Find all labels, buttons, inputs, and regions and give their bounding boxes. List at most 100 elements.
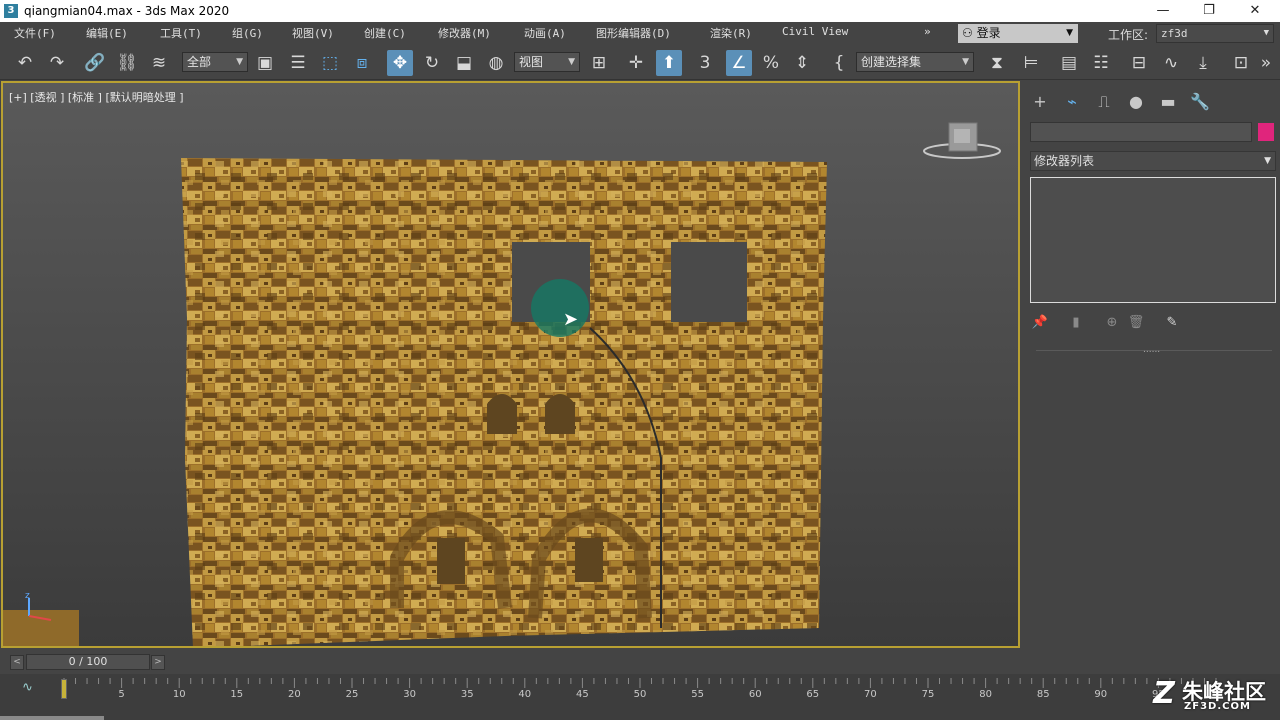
align-icon[interactable]: ⊨ xyxy=(1018,50,1044,76)
schematic-view-icon[interactable]: ⊟ xyxy=(1126,50,1152,76)
render-frame-icon[interactable]: ⊡ xyxy=(1228,50,1254,76)
layer-explorer-icon[interactable]: ▤ xyxy=(1056,50,1082,76)
menu-create[interactable]: 创建(C) xyxy=(364,25,406,41)
motion-tab-icon[interactable]: ● xyxy=(1124,90,1148,114)
select-by-name-icon[interactable]: ☰ xyxy=(285,50,311,76)
app-icon: 3 xyxy=(4,4,18,18)
redo-icon[interactable]: ↷ xyxy=(44,50,70,76)
axis-gizmo: z xyxy=(3,591,79,646)
previous-frame-button[interactable]: < xyxy=(10,655,24,670)
timeline-track[interactable]: 0510152025303540455055606570758085909510… xyxy=(60,676,1220,716)
small-arch-left xyxy=(487,394,517,434)
undo-icon[interactable]: ↶ xyxy=(12,50,38,76)
menu-view[interactable]: 视图(V) xyxy=(292,25,334,41)
timeline-tick-label: 10 xyxy=(173,689,186,700)
login-dropdown[interactable]: ⚇ 登录 ▼ xyxy=(958,24,1078,43)
menu-tools[interactable]: 工具(T) xyxy=(160,25,202,41)
main-toolbar: ↶ ↷ 🔗 ⛓ ≋ 全部 ▼ ▣ ☰ ⬚ ⧈ ✥ ↻ ⬓ ◍ 视图 ▼ ⊞ ✛ … xyxy=(0,44,1280,80)
time-slider-thumb[interactable] xyxy=(61,679,67,699)
close-button[interactable]: ✕ xyxy=(1232,0,1278,22)
chevron-down-icon: ▼ xyxy=(236,57,243,67)
perspective-viewport[interactable]: [+] [透视 ] [标准 ] [默认明暗处理 ] ➤ z xyxy=(1,81,1020,648)
display-tab-icon[interactable]: ▬ xyxy=(1156,90,1180,114)
menu-file[interactable]: 文件(F) xyxy=(14,25,56,41)
object-name-field[interactable] xyxy=(1030,122,1252,142)
chevron-down-icon: ▼ xyxy=(962,57,969,67)
pivot-center-icon[interactable]: ⊞ xyxy=(586,50,612,76)
edit-named-selection-icon[interactable]: { xyxy=(826,50,852,76)
restore-button[interactable]: ❐ xyxy=(1186,0,1232,22)
snaps-toggle-icon[interactable]: 3 xyxy=(692,50,718,76)
select-and-place-icon[interactable]: ◍ xyxy=(483,50,509,76)
arch-door-right xyxy=(575,538,603,582)
stone-wall-model[interactable] xyxy=(175,158,829,648)
configure-modifier-sets-icon[interactable]: ✎ xyxy=(1162,313,1182,333)
menu-edit[interactable]: 编辑(E) xyxy=(86,25,128,41)
render-setup-icon[interactable]: ⤓ xyxy=(1190,50,1216,76)
viewport-label[interactable]: [+] [透视 ] [标准 ] [默认明暗处理 ] xyxy=(9,89,184,105)
status-bar-edge xyxy=(0,716,104,720)
angle-snap-icon[interactable]: ∠ xyxy=(726,50,752,76)
reference-coordinate-value: 视图 xyxy=(519,55,544,69)
spinner-snap-icon[interactable]: ⇕ xyxy=(789,50,815,76)
panel-resize-grip[interactable]: ...... xyxy=(1143,345,1160,355)
named-selection-dropdown[interactable]: 创建选择集 ▼ xyxy=(856,52,974,72)
menu-modifiers[interactable]: 修改器(M) xyxy=(438,25,491,41)
menu-graph-editors[interactable]: 图形编辑器(D) xyxy=(596,25,671,41)
pin-stack-icon[interactable]: 📌 xyxy=(1030,313,1050,333)
viewcube-icon[interactable] xyxy=(921,119,1003,165)
selection-filter-value: 全部 xyxy=(187,55,212,69)
open-mini-curve-editor-icon[interactable]: ∿ xyxy=(22,680,33,695)
login-label: 登录 xyxy=(976,26,1001,40)
user-icon: ⚇ xyxy=(962,26,977,40)
bind-space-warp-icon[interactable]: ≋ xyxy=(146,50,172,76)
utilities-tab-icon[interactable]: 🔧 xyxy=(1188,90,1212,114)
select-and-scale-icon[interactable]: ⬓ xyxy=(451,50,477,76)
remove-modifier-icon[interactable]: 🗑 xyxy=(1126,313,1146,333)
object-color-swatch[interactable] xyxy=(1258,123,1274,141)
timeline-tick-label: 30 xyxy=(403,689,416,700)
window-crossing-icon[interactable]: ⧈ xyxy=(349,50,375,76)
reference-coordinate-dropdown[interactable]: 视图 ▼ xyxy=(514,52,580,72)
create-tab-icon[interactable]: + xyxy=(1028,90,1052,114)
next-frame-button[interactable]: > xyxy=(151,655,165,670)
make-unique-icon[interactable]: ⊕ xyxy=(1102,313,1122,333)
ribbon-toggle-icon[interactable]: ☷ xyxy=(1088,50,1114,76)
3ds-max-window: 3 qiangmian04.max - 3ds Max 2020 — ❐ ✕ 文… xyxy=(0,0,1280,720)
select-and-manipulate-icon[interactable]: ✛ xyxy=(623,50,649,76)
menu-rendering[interactable]: 渲染(R) xyxy=(710,25,752,41)
modify-tab-icon[interactable]: ⌁ xyxy=(1060,90,1084,114)
zf3d-watermark: Z 朱峰社区 ZF3D.COM xyxy=(1146,676,1276,716)
modifier-stack[interactable] xyxy=(1030,177,1276,303)
timeline-tick-label: 40 xyxy=(518,689,531,700)
unlink-icon[interactable]: ⛓ xyxy=(114,50,140,76)
curve-editor-icon[interactable]: ∿ xyxy=(1158,50,1184,76)
menu-overflow-icon[interactable]: » xyxy=(924,25,931,38)
select-and-rotate-icon[interactable]: ↻ xyxy=(419,50,445,76)
workspace-select[interactable]: zf3d ▼ xyxy=(1156,24,1274,43)
percent-snap-icon[interactable]: % xyxy=(758,50,784,76)
time-slider-frame[interactable]: 0 / 100 xyxy=(26,654,150,670)
select-object-icon[interactable]: ▣ xyxy=(252,50,278,76)
axis-z-label: z xyxy=(25,591,30,601)
chevron-down-icon: ▼ xyxy=(568,57,575,67)
show-end-result-icon[interactable]: ▮ xyxy=(1066,313,1086,333)
chevron-down-icon: ▼ xyxy=(1263,28,1269,38)
timeline-tick-label: 65 xyxy=(806,689,819,700)
rectangular-region-icon[interactable]: ⬚ xyxy=(317,50,343,76)
select-and-move-icon[interactable]: ✥ xyxy=(387,50,413,76)
toolbar-overflow-icon[interactable]: » xyxy=(1256,50,1276,76)
keyboard-shortcut-override-icon[interactable]: ⬆ xyxy=(656,50,682,76)
menu-group[interactable]: 组(G) xyxy=(232,25,263,41)
modifier-list-dropdown[interactable]: 修改器列表 ▼ xyxy=(1030,151,1276,171)
mirror-icon[interactable]: ⧗ xyxy=(984,50,1010,76)
window-title: qiangmian04.max - 3ds Max 2020 xyxy=(24,4,230,18)
selection-filter-dropdown[interactable]: 全部 ▼ xyxy=(182,52,248,72)
menu-civil-view[interactable]: Civil View xyxy=(782,25,848,38)
menu-animation[interactable]: 动画(A) xyxy=(524,25,566,41)
hierarchy-tab-icon[interactable]: ⎍ xyxy=(1092,90,1116,114)
chevron-down-icon: ▼ xyxy=(1066,28,1073,38)
minimize-button[interactable]: — xyxy=(1140,0,1186,22)
link-icon[interactable]: 🔗 xyxy=(82,50,108,76)
command-panel: + ⌁ ⎍ ● ▬ 🔧 修改器列表 ▼ 📌 ▮ ⊕ 🗑 ✎ ...... xyxy=(1022,81,1280,648)
